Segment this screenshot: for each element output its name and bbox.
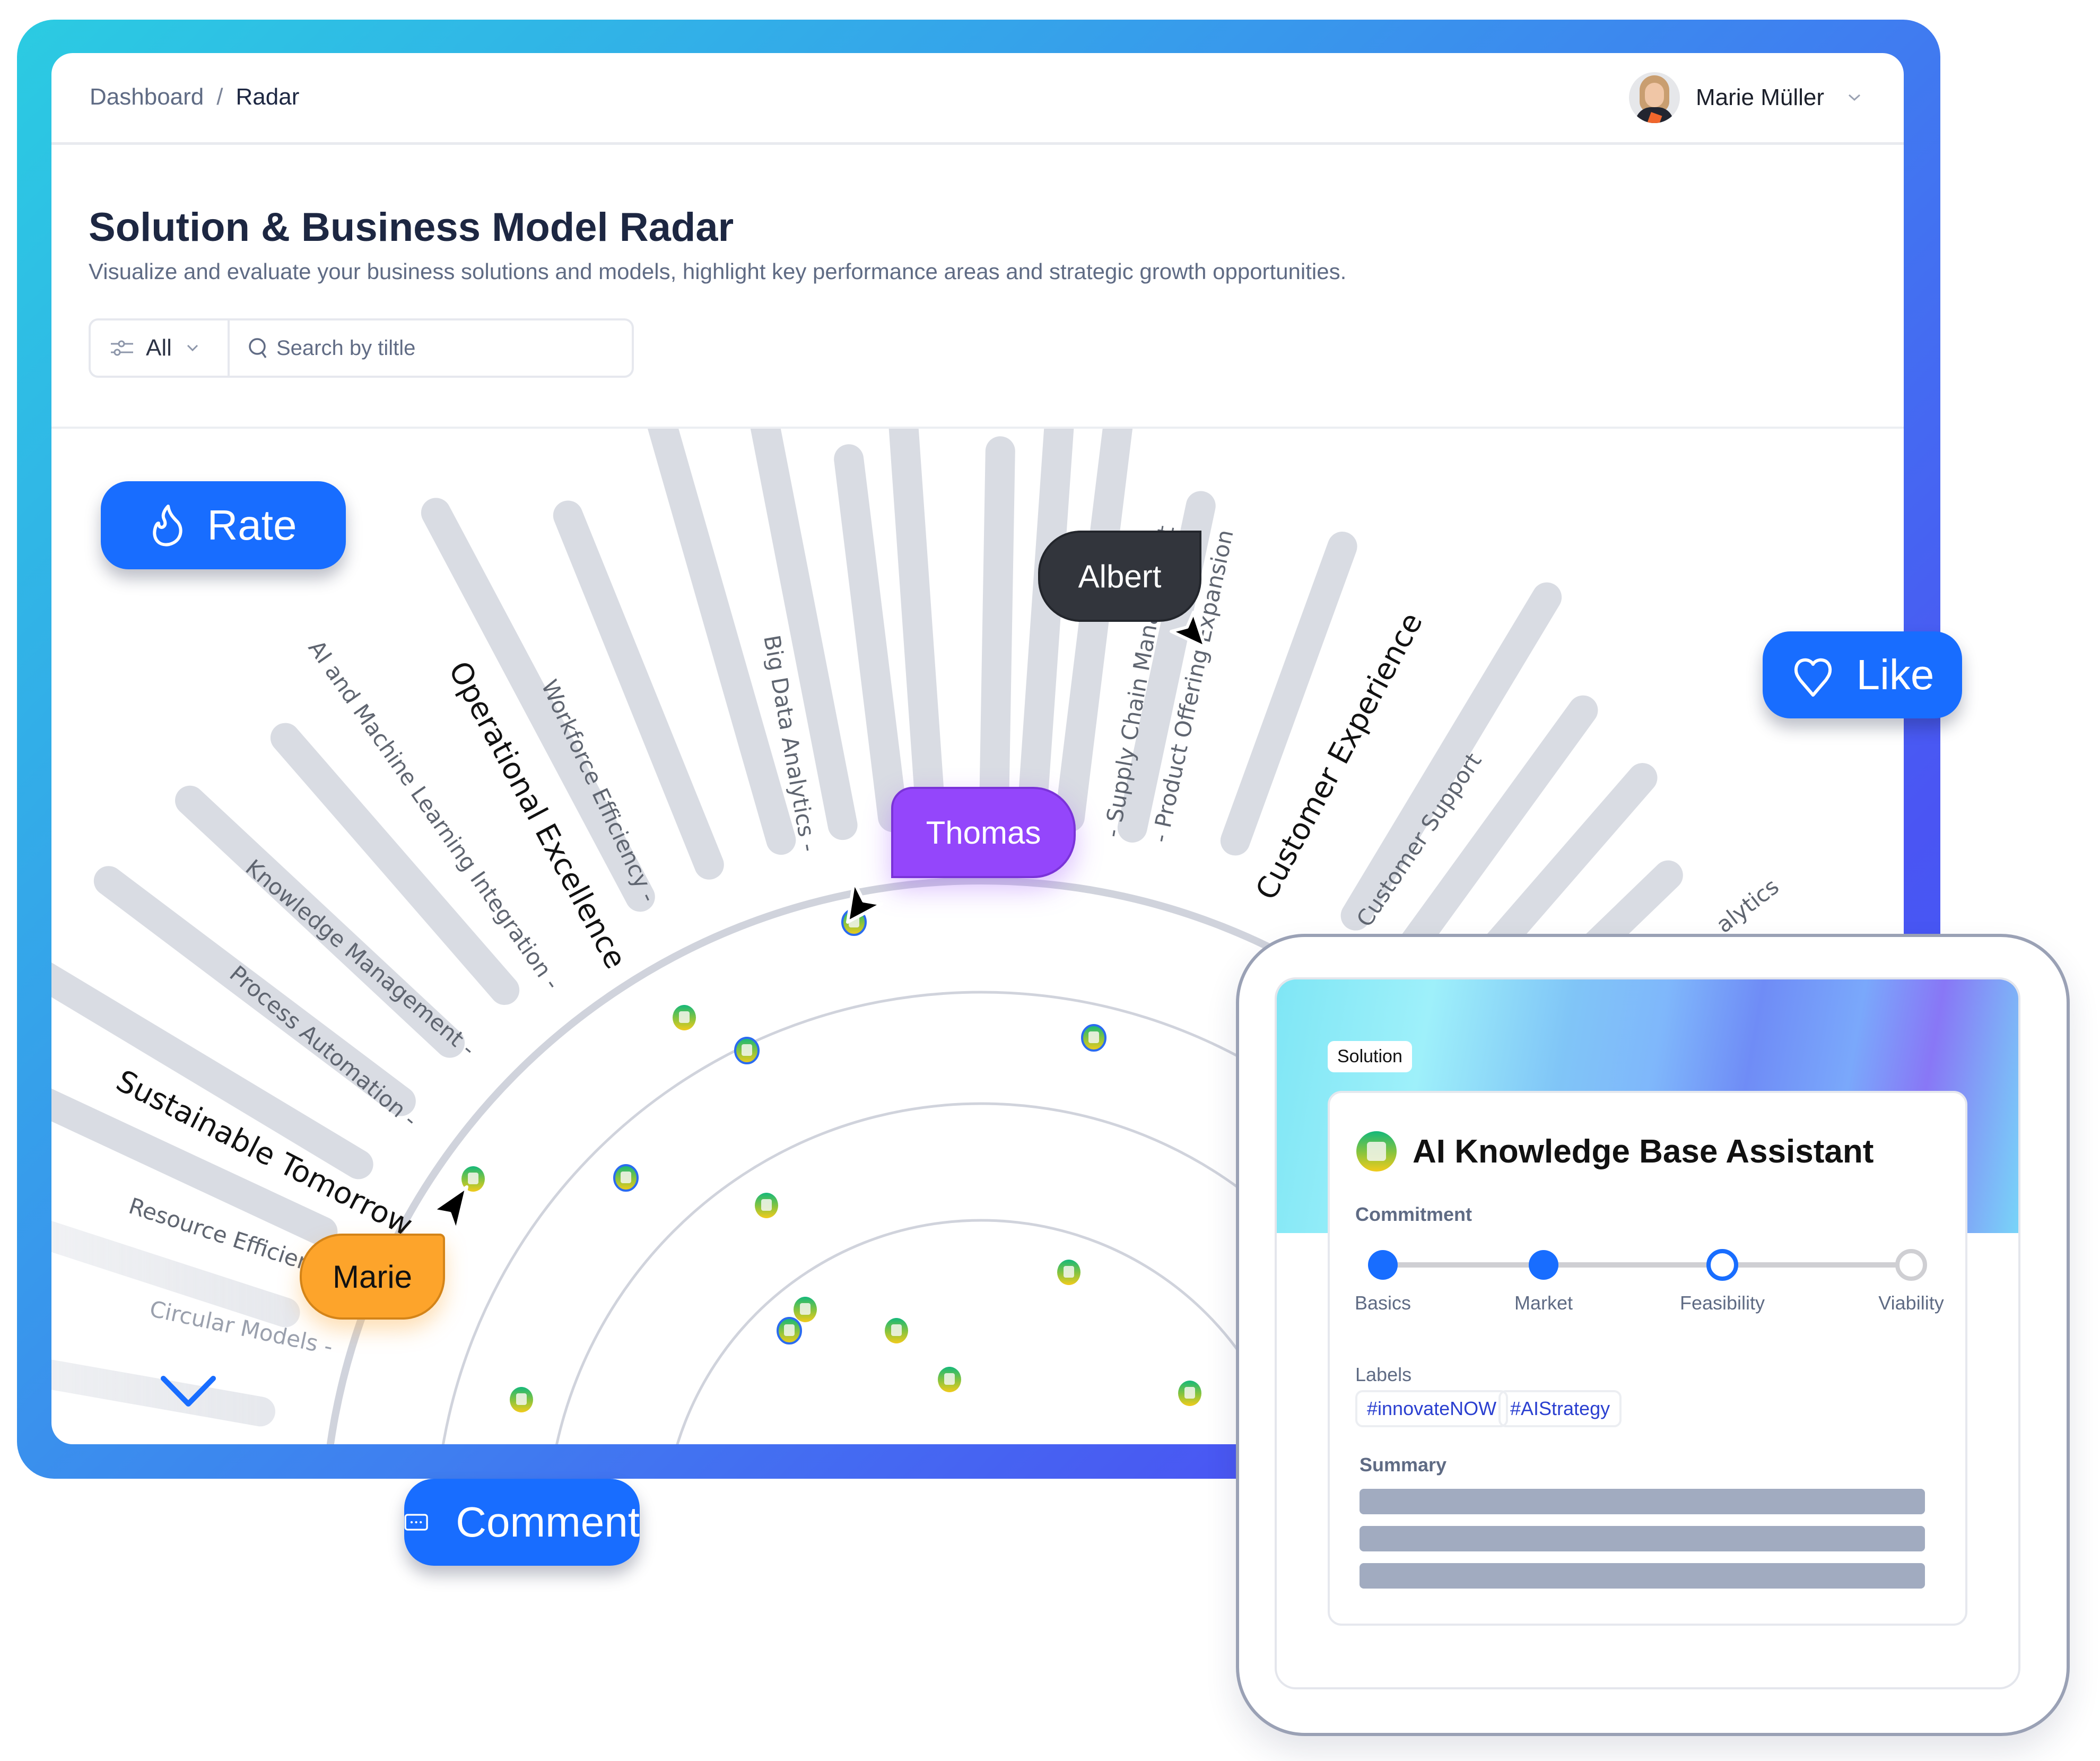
- radar-category-label[interactable]: Knowledge Management -: [241, 854, 481, 1062]
- step-label: Viability: [1878, 1292, 1944, 1314]
- radar-bar: [979, 436, 1015, 827]
- chevron-down-icon[interactable]: [160, 1374, 216, 1409]
- commitment-stepper: Basics Market Feasibility Viability: [1355, 1249, 1944, 1314]
- solution-dot-icon: [1356, 1131, 1397, 1172]
- flame-icon: [152, 505, 182, 546]
- label-chip[interactable]: #innovateNOW: [1355, 1390, 1509, 1427]
- solution-card: Solution AI Knowledge Base Assistant Com…: [1275, 977, 2020, 1689]
- heart-icon: [1794, 658, 1832, 697]
- cursor-tag-marie: Marie: [300, 1234, 445, 1320]
- radar-category-label[interactable]: Customer Support: [1352, 748, 1487, 931]
- step-basics[interactable]: [1368, 1250, 1398, 1280]
- comment-icon: [404, 1514, 428, 1531]
- like-button[interactable]: Like: [1763, 631, 1962, 718]
- summary-placeholder-line: [1360, 1563, 1925, 1589]
- step-label: Market: [1514, 1292, 1573, 1314]
- step-market[interactable]: [1529, 1250, 1558, 1280]
- summary-placeholder-line: [1360, 1489, 1925, 1514]
- comment-button[interactable]: Comment: [404, 1479, 640, 1566]
- solution-dot[interactable]: [1057, 1260, 1081, 1285]
- cursor-pointer-icon: [1170, 611, 1207, 649]
- radar-bar: [834, 444, 908, 832]
- step-label: Basics: [1355, 1292, 1411, 1314]
- solution-dot[interactable]: [510, 1387, 533, 1412]
- summary-placeholder-line: [1360, 1526, 1925, 1551]
- cursor-name: Albert: [1078, 558, 1162, 594]
- radar-bar: [51, 1359, 275, 1427]
- type-chip: Solution: [1328, 1041, 1412, 1072]
- solution-dot[interactable]: [755, 1193, 778, 1218]
- solution-dot[interactable]: [885, 1318, 908, 1343]
- label-chip[interactable]: #AIStrategy: [1498, 1390, 1622, 1427]
- solution-dot[interactable]: [777, 1317, 802, 1344]
- solution-details: AI Knowledge Base Assistant Commitment B…: [1328, 1091, 1967, 1626]
- cursor-name: Thomas: [926, 814, 1041, 851]
- cursor-tag-thomas: Thomas: [891, 787, 1076, 878]
- comment-label: Comment: [456, 1498, 640, 1546]
- commitment-heading: Commitment: [1355, 1203, 1472, 1225]
- solution-title: AI Knowledge Base Assistant: [1413, 1133, 1874, 1170]
- rate-button[interactable]: Rate: [101, 481, 346, 569]
- solution-dot[interactable]: [673, 1005, 696, 1030]
- radar-bar: [51, 1220, 300, 1328]
- step-label: Feasibility: [1680, 1292, 1765, 1314]
- step-feasibility[interactable]: [1706, 1249, 1738, 1281]
- solution-dot[interactable]: [938, 1367, 961, 1392]
- solution-dot[interactable]: [613, 1164, 639, 1192]
- cursor-pointer-icon: [431, 1185, 468, 1233]
- summary-heading: Summary: [1360, 1454, 1447, 1476]
- solution-dot[interactable]: [1081, 1024, 1106, 1052]
- radar-bar: [888, 429, 946, 829]
- cursor-name: Marie: [332, 1259, 413, 1295]
- solution-dot[interactable]: [1178, 1381, 1201, 1406]
- step-viability[interactable]: [1895, 1249, 1927, 1281]
- solution-dot[interactable]: [734, 1037, 760, 1064]
- radar-ring: [676, 1219, 1287, 1444]
- solution-dot[interactable]: [794, 1297, 817, 1322]
- solution-title-row: AI Knowledge Base Assistant: [1355, 1130, 1874, 1173]
- labels-heading: Labels: [1355, 1364, 1412, 1385]
- cursor-pointer-icon: [846, 880, 883, 924]
- radar-category-label[interactable]: alytics: [1711, 873, 1784, 938]
- rate-label: Rate: [207, 501, 297, 549]
- like-label: Like: [1856, 651, 1935, 698]
